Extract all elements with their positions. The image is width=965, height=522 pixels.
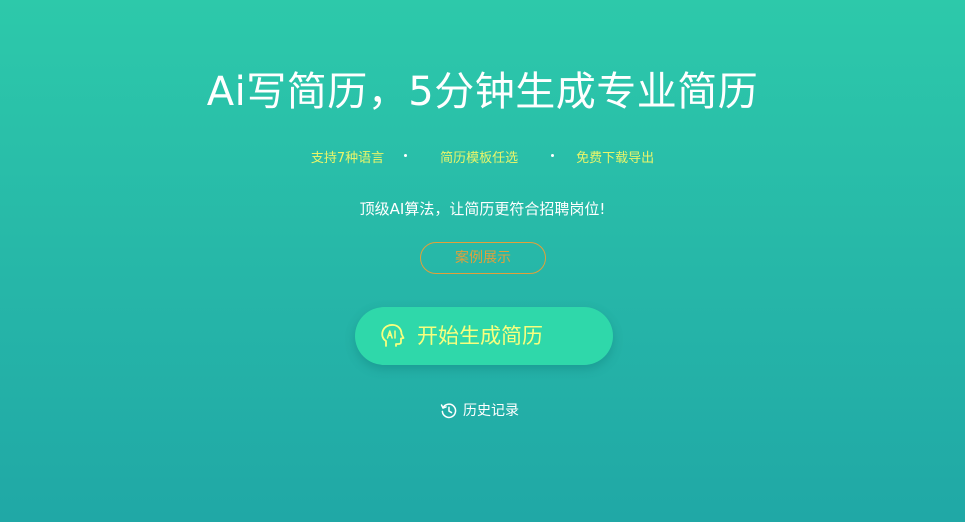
feature-list: 支持7种语言 简历模板任选 免费下载导出 (0, 148, 965, 170)
history-records-link[interactable]: 历史记录 (440, 399, 519, 421)
case-showcase-button[interactable]: 案例展示 (420, 242, 546, 274)
hero-section: Ai写简历，5分钟生成专业简历 支持7种语言 简历模板任选 免费下载导出 顶级A… (0, 0, 965, 522)
history-clock-icon (440, 403, 457, 418)
feature-download: 免费下载导出 (576, 151, 655, 166)
feature-separator-dot (404, 153, 408, 157)
feature-separator-dot (551, 153, 555, 157)
feature-templates: 简历模板任选 (440, 151, 519, 166)
start-button-label: 开始生成简历 (417, 324, 543, 348)
feature-languages: 支持7种语言 (310, 151, 385, 166)
subtitle: 顶级AI算法，让简历更符合招聘岗位! (359, 200, 606, 218)
start-generate-resume-button[interactable]: 开始生成简历 (355, 307, 613, 365)
history-link-label: 历史记录 (463, 403, 519, 419)
page-title: Ai写简历，5分钟生成专业简历 (206, 69, 759, 115)
ai-head-icon (381, 324, 405, 347)
